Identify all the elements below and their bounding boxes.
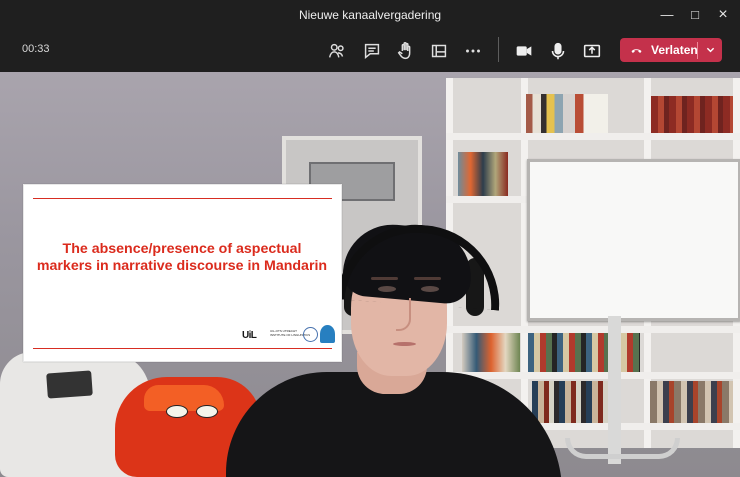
participants-button[interactable]	[326, 40, 348, 62]
chat-button[interactable]	[361, 40, 383, 62]
maximize-button[interactable]: □	[686, 6, 704, 24]
close-window-button[interactable]: ×	[714, 6, 732, 24]
books	[462, 333, 520, 372]
books	[526, 94, 608, 133]
participant-mouth	[393, 342, 416, 346]
window-title-bar: Nieuwe kanaalvergadering — □ ×	[0, 0, 740, 30]
shelf-board	[446, 326, 740, 333]
phone-hangup-icon	[631, 49, 642, 53]
chat-icon	[364, 43, 380, 59]
camera-button[interactable]	[513, 40, 535, 62]
whiteboard	[527, 159, 740, 321]
left-eye	[378, 286, 396, 292]
books	[458, 152, 508, 196]
university-logo-icon	[320, 325, 335, 343]
camera-icon	[516, 46, 532, 56]
share-screen-button[interactable]	[581, 40, 603, 62]
toy-car-eye	[166, 405, 188, 418]
raise-hand-button[interactable]	[395, 40, 417, 62]
books	[528, 333, 640, 372]
chevron-down-icon[interactable]	[703, 42, 718, 57]
books	[651, 96, 733, 133]
books	[532, 381, 618, 423]
slide-top-rule	[33, 198, 332, 199]
minimize-button[interactable]: —	[658, 6, 676, 24]
shared-presentation-slide: The absence/presence of aspectual marker…	[23, 184, 342, 362]
meeting-timer: 00:33	[22, 43, 50, 55]
microphone-button[interactable]	[547, 40, 569, 62]
whiteboard-stand-base	[565, 438, 680, 459]
microphone-icon	[551, 42, 565, 60]
more-actions-button[interactable]	[462, 40, 484, 62]
right-eyebrow	[414, 277, 441, 280]
left-eyebrow	[371, 277, 398, 280]
toy-car-eye	[196, 405, 218, 418]
raise-hand-icon	[397, 42, 411, 60]
shelf-board	[446, 372, 740, 379]
leave-button-label: Verlaten	[651, 43, 698, 57]
meeting-controls-bar: 00:33 Verlaten	[0, 30, 740, 73]
teams-meeting-window: Nieuwe kanaalvergadering — □ × 00:33 Ver…	[0, 0, 740, 477]
participants-icon	[328, 43, 344, 58]
rooms-icon	[431, 44, 447, 58]
presentation-title: The absence/presence of aspectual marker…	[36, 241, 328, 274]
right-eye	[421, 286, 439, 292]
leave-meeting-button[interactable]: Verlaten	[620, 38, 722, 62]
shelf-board	[446, 133, 740, 140]
books	[650, 381, 733, 423]
window-title: Nieuwe kanaalvergadering	[298, 8, 442, 22]
more-options-icon	[466, 49, 480, 53]
share-screen-icon	[583, 44, 601, 58]
leave-button-divider	[697, 42, 698, 59]
tablet-device	[46, 370, 93, 399]
slide-bottom-rule	[33, 348, 332, 349]
participant-video-feed: The absence/presence of aspectual marker…	[0, 72, 740, 477]
breakout-rooms-button[interactable]	[428, 40, 450, 62]
institution-seal-icon	[303, 327, 318, 342]
toolbar-divider	[498, 37, 499, 62]
